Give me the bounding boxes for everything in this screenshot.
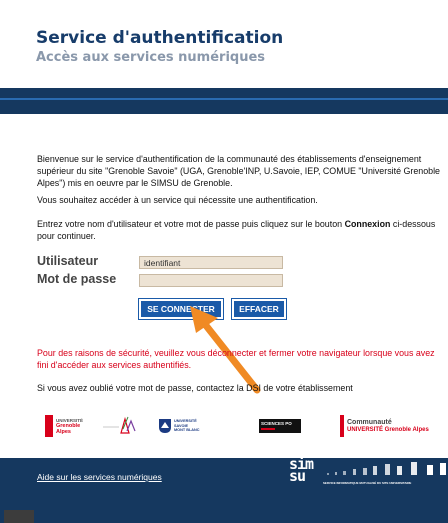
page-title: Service d'authentification bbox=[36, 28, 284, 48]
uga-logo-line1: UNIVERSITÉ bbox=[56, 417, 84, 423]
uga-logo-line3: Alpes bbox=[56, 428, 71, 435]
connect-button[interactable]: SE CONNECTER bbox=[138, 298, 224, 320]
sciences-po-text: SCIENCES PO bbox=[261, 421, 292, 426]
usmb-mark bbox=[159, 419, 171, 433]
intro-ask: Vous souhaitez accéder à un service qui … bbox=[37, 195, 318, 205]
window-corner bbox=[4, 510, 34, 523]
comue-line2: UNIVERSITÉ Grenoble Alpes bbox=[347, 426, 429, 433]
header-band-stripe bbox=[0, 98, 448, 100]
usmb-line3: MONT BLANC bbox=[174, 428, 200, 433]
footer: Aide sur les services numériques sim su … bbox=[0, 457, 448, 523]
comue-logo: Communauté UNIVERSITÉ Grenoble Alpes bbox=[340, 408, 429, 444]
instruction-before: Entrez votre nom d'utilisateur et votre … bbox=[37, 219, 345, 229]
security-warning: Pour des raisons de sécurité, veuillez v… bbox=[37, 348, 435, 370]
comue-line1: Communauté bbox=[347, 418, 392, 426]
password-label: Mot de passe bbox=[37, 272, 117, 286]
simsu-logo: sim su SERVICE INFORMATIQUE MUTUALISÉ DU… bbox=[289, 457, 448, 490]
page-subtitle: Accès aux services numériques bbox=[36, 50, 266, 65]
clear-button[interactable]: EFFACER bbox=[231, 298, 287, 320]
forgot-password-text: Si vous avez oublié votre mot de passe, … bbox=[37, 383, 353, 393]
uga-logo-line2: Grenoble bbox=[56, 422, 81, 429]
intro-text: Bienvenue sur le service d'authentificat… bbox=[37, 154, 440, 188]
simsu-tagline: SERVICE INFORMATIQUE MUTUALISÉ DU SITE U… bbox=[323, 481, 412, 485]
instruction-text: Entrez votre nom d'utilisateur et votre … bbox=[37, 218, 445, 242]
help-link[interactable]: Aide sur les services numériques bbox=[37, 472, 162, 482]
partner-logos: UNIVERSITÉ Grenoble Alpes UNIVERSITÉ SAV… bbox=[37, 408, 448, 444]
grenoble-inp-logo bbox=[101, 408, 141, 444]
simsu-pixel-pattern bbox=[327, 462, 446, 475]
page-header: Service d'authentification Accès aux ser… bbox=[0, 0, 448, 90]
instruction-bold: Connexion bbox=[344, 219, 391, 229]
username-field[interactable]: identifiant bbox=[139, 256, 283, 269]
uga-logo: UNIVERSITÉ Grenoble Alpes bbox=[45, 408, 83, 444]
grenoble-inp-mark bbox=[103, 416, 136, 434]
sciences-po-logo: SCIENCES PO bbox=[259, 408, 301, 444]
usmb-logo: UNIVERSITÉ SAVOIE MONT BLANC bbox=[158, 408, 200, 444]
header-band bbox=[0, 88, 448, 114]
username-label: Utilisateur bbox=[37, 254, 99, 268]
password-field[interactable] bbox=[139, 274, 283, 287]
